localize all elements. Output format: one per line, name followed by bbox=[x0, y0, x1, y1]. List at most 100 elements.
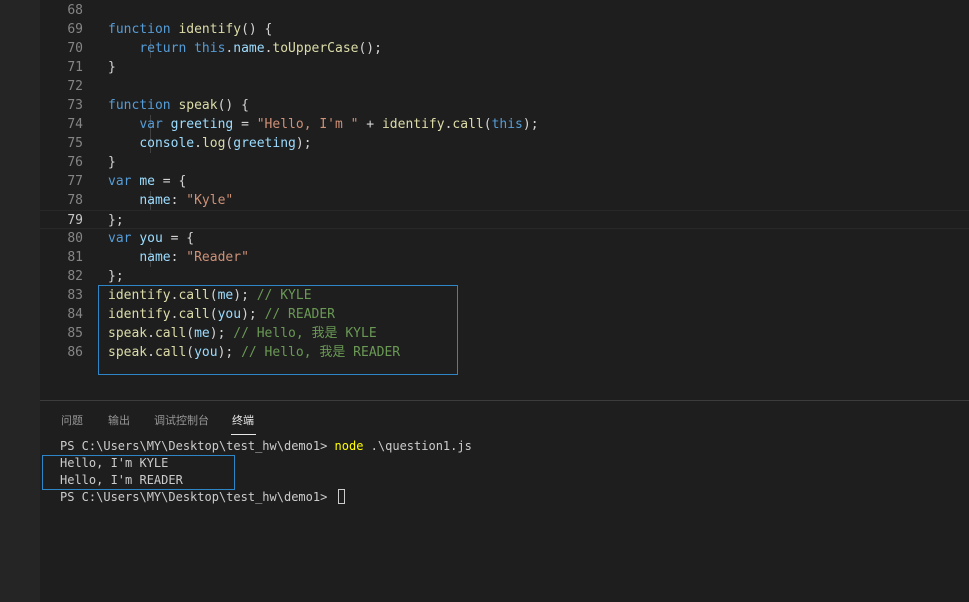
code-token: (); bbox=[358, 41, 382, 56]
line-number: 69 bbox=[67, 22, 83, 37]
code-text: function identify() { bbox=[108, 20, 272, 39]
line-number: 68 bbox=[67, 3, 83, 18]
terminal-prompt: PS C:\Users\MY\Desktop\test_hw\demo1> bbox=[60, 439, 335, 453]
bottom-panel: 问题 输出 调试控制台 终端 PS C:\Users\MY\Desktop\te… bbox=[40, 400, 969, 602]
code-token: function bbox=[108, 22, 171, 37]
tab-terminal[interactable]: 终端 bbox=[232, 412, 254, 428]
code-token: name bbox=[233, 41, 265, 56]
panel-tabs: 问题 输出 调试控制台 终端 bbox=[40, 401, 969, 436]
code-text: var greeting = "Hello, I'm " + identify.… bbox=[108, 115, 539, 134]
activity-gutter bbox=[0, 0, 40, 602]
line-number: 81 bbox=[67, 250, 83, 265]
code-text: var me = { bbox=[108, 172, 186, 191]
active-tab-indicator bbox=[231, 434, 256, 435]
code-line[interactable]: 81 name: "Reader" bbox=[40, 248, 969, 267]
code-token: } bbox=[108, 155, 116, 170]
code-line[interactable]: 73 function speak() { bbox=[40, 96, 969, 115]
code-line[interactable]: 72 bbox=[40, 77, 969, 96]
code-line[interactable]: 80 var you = { bbox=[40, 229, 969, 248]
code-token: name bbox=[139, 250, 171, 265]
code-text: } bbox=[108, 153, 116, 172]
code-token: : bbox=[170, 193, 187, 208]
terminal-command-line: PS C:\Users\MY\Desktop\test_hw\demo1> no… bbox=[60, 438, 472, 455]
code-line[interactable]: 75 console.log(greeting); bbox=[40, 134, 969, 153]
code-token: . bbox=[194, 136, 202, 151]
code-line[interactable]: 76} bbox=[40, 153, 969, 172]
line-number: 75 bbox=[67, 136, 83, 151]
code-token: = bbox=[233, 117, 257, 132]
code-token: you bbox=[139, 231, 163, 246]
code-token: = { bbox=[154, 174, 187, 189]
line-number: 76 bbox=[67, 155, 83, 170]
code-line[interactable]: 77 var me = { bbox=[40, 172, 969, 191]
code-token: console bbox=[139, 136, 195, 151]
code-token: = { bbox=[162, 231, 195, 246]
line-number: 74 bbox=[67, 117, 83, 132]
code-token: log bbox=[201, 136, 226, 151]
code-token: identify bbox=[178, 22, 242, 37]
code-token: () { bbox=[241, 22, 273, 37]
terminal-prompt: PS C:\Users\MY\Desktop\test_hw\demo1> bbox=[60, 490, 335, 504]
code-token: identify bbox=[381, 117, 445, 132]
code-token: ( bbox=[483, 117, 492, 132]
code-line[interactable]: 82}; bbox=[40, 267, 969, 286]
code-text: var you = { bbox=[108, 229, 194, 248]
line-number: 77 bbox=[67, 174, 83, 189]
line-number: 71 bbox=[67, 60, 83, 75]
tab-debug-console[interactable]: 调试控制台 bbox=[154, 412, 209, 428]
code-editor[interactable]: 68 69 function identify() {70 return this.… bbox=[40, 0, 969, 400]
code-token: ); bbox=[522, 117, 539, 132]
code-text: function speak() { bbox=[108, 96, 249, 115]
code-token: this bbox=[491, 117, 523, 132]
tab-output[interactable]: 输出 bbox=[108, 412, 130, 428]
code-token: this bbox=[194, 41, 226, 56]
line-number: 85 bbox=[67, 326, 83, 341]
code-token: toUpperCase bbox=[272, 41, 359, 56]
line-number: 82 bbox=[67, 269, 83, 284]
code-token: "Kyle" bbox=[186, 193, 234, 208]
code-token: "Hello, I'm " bbox=[256, 117, 359, 132]
code-line[interactable]: 69 function identify() { bbox=[40, 20, 969, 39]
code-line[interactable]: 74 var greeting = "Hello, I'm " + identi… bbox=[40, 115, 969, 134]
line-number: 73 bbox=[67, 98, 83, 113]
code-token: greeting bbox=[170, 117, 234, 132]
code-token: () { bbox=[217, 98, 249, 113]
code-token: function bbox=[108, 98, 171, 113]
code-text: return this.name.toUpperCase(); bbox=[108, 39, 382, 58]
code-line[interactable]: 79}; bbox=[40, 210, 969, 229]
line-number: 79 bbox=[67, 213, 83, 228]
code-token: me bbox=[139, 174, 155, 189]
terminal-input-line[interactable]: PS C:\Users\MY\Desktop\test_hw\demo1> bbox=[60, 489, 345, 506]
code-text: } bbox=[108, 58, 116, 77]
code-token: greeting bbox=[233, 136, 296, 151]
code-line[interactable]: 70 return this.name.toUpperCase(); bbox=[40, 39, 969, 58]
code-token: return bbox=[139, 41, 187, 56]
code-token: ); bbox=[295, 136, 312, 151]
code-line[interactable]: 78 name: "Kyle" bbox=[40, 191, 969, 210]
code-text: }; bbox=[108, 211, 124, 230]
code-token: }; bbox=[108, 269, 124, 284]
code-token: : bbox=[170, 250, 187, 265]
code-text: }; bbox=[108, 267, 124, 286]
code-token: call bbox=[452, 117, 484, 132]
terminal-args: .\question1.js bbox=[363, 439, 472, 453]
code-token: + bbox=[358, 117, 382, 132]
line-number: 83 bbox=[67, 288, 83, 303]
tab-problems[interactable]: 问题 bbox=[61, 412, 83, 428]
code-token: name bbox=[139, 193, 171, 208]
line-number: 84 bbox=[67, 307, 83, 322]
code-token: var bbox=[108, 231, 132, 246]
code-token: } bbox=[108, 60, 116, 75]
line-number: 72 bbox=[67, 79, 83, 94]
code-token: "Reader" bbox=[186, 250, 249, 265]
code-token: var bbox=[108, 174, 132, 189]
code-line[interactable]: 71} bbox=[40, 58, 969, 77]
terminal-highlight-box bbox=[42, 455, 235, 490]
code-line[interactable]: 68 bbox=[40, 1, 969, 20]
